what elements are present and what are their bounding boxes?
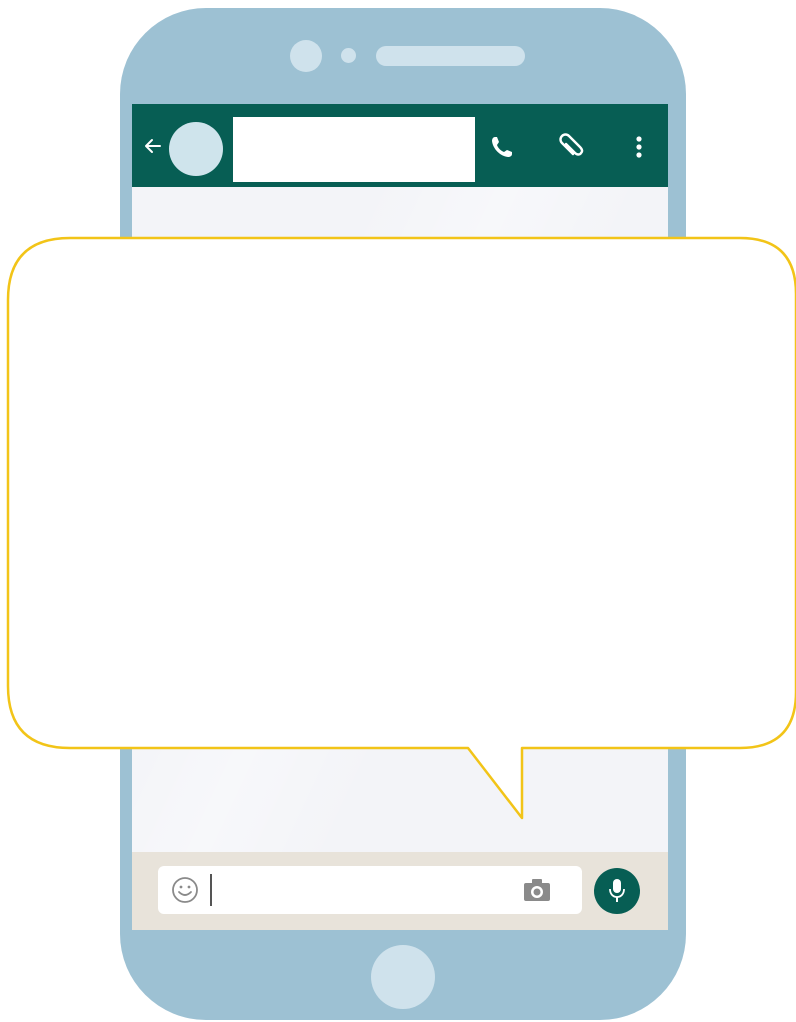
bubble-text [40,270,760,720]
composer-bar [132,852,668,930]
message-field[interactable] [158,866,582,914]
stage [0,0,796,1022]
front-camera [290,40,322,72]
chat-header [132,104,668,187]
phone-icon[interactable] [487,132,517,162]
camera-icon[interactable] [522,877,552,903]
paperclip-icon[interactable] [556,132,586,162]
emoji-icon[interactable] [170,875,200,905]
message-input[interactable] [216,872,520,910]
text-cursor [210,874,212,906]
contact-name[interactable] [233,117,475,182]
back-arrow-icon[interactable] [142,132,164,160]
microphone-icon [609,879,625,902]
more-vertical-icon[interactable] [624,132,654,162]
mic-button[interactable] [594,868,640,914]
earpiece-speaker [376,46,525,66]
sensor-dot [341,48,356,63]
home-button[interactable] [371,945,435,1009]
avatar[interactable] [169,122,223,176]
